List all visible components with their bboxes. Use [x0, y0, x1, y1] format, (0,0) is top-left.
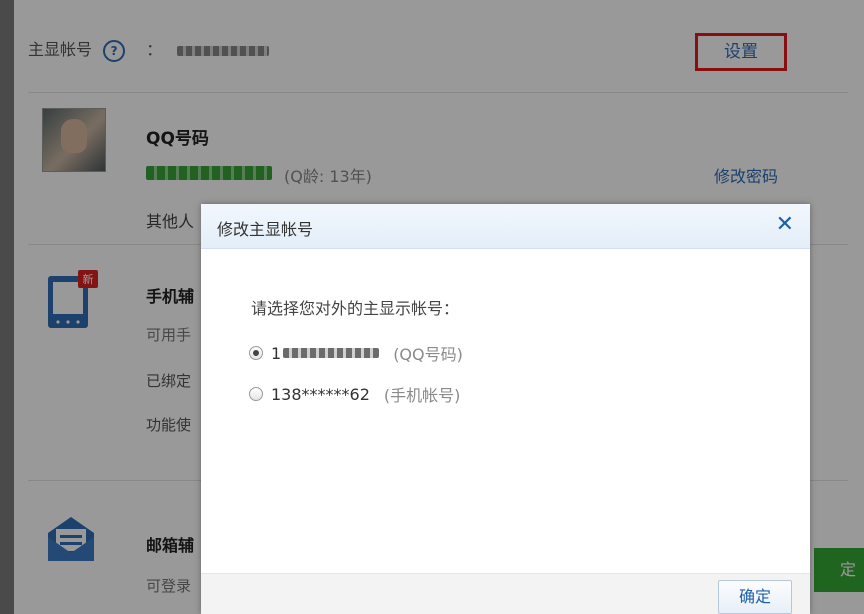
ok-button[interactable]: 确定 [718, 580, 792, 614]
option-note: (手机帐号) [383, 386, 461, 405]
option-phone-account[interactable]: 138******62 (手机帐号) [249, 382, 460, 406]
dialog-footer: 确定 [201, 573, 810, 614]
radio-unchecked[interactable] [249, 387, 263, 401]
option-prefix: 1 [271, 343, 282, 363]
dialog-header: 修改主显帐号 ✕ [201, 204, 810, 249]
option-qq-number[interactable]: 1 (QQ号码) [249, 341, 463, 365]
close-icon[interactable]: ✕ [776, 212, 794, 238]
change-main-account-dialog: 修改主显帐号 ✕ 请选择您对外的主显示帐号： 1 (QQ号码) 138*****… [201, 204, 810, 614]
option-note: (QQ号码) [393, 345, 463, 364]
radio-checked[interactable] [249, 346, 263, 360]
option-value: 138******62 [271, 384, 370, 404]
dialog-prompt: 请选择您对外的主显示帐号： [251, 299, 460, 318]
masked-qq-number [283, 348, 380, 358]
dialog-title: 修改主显帐号 [217, 220, 314, 239]
